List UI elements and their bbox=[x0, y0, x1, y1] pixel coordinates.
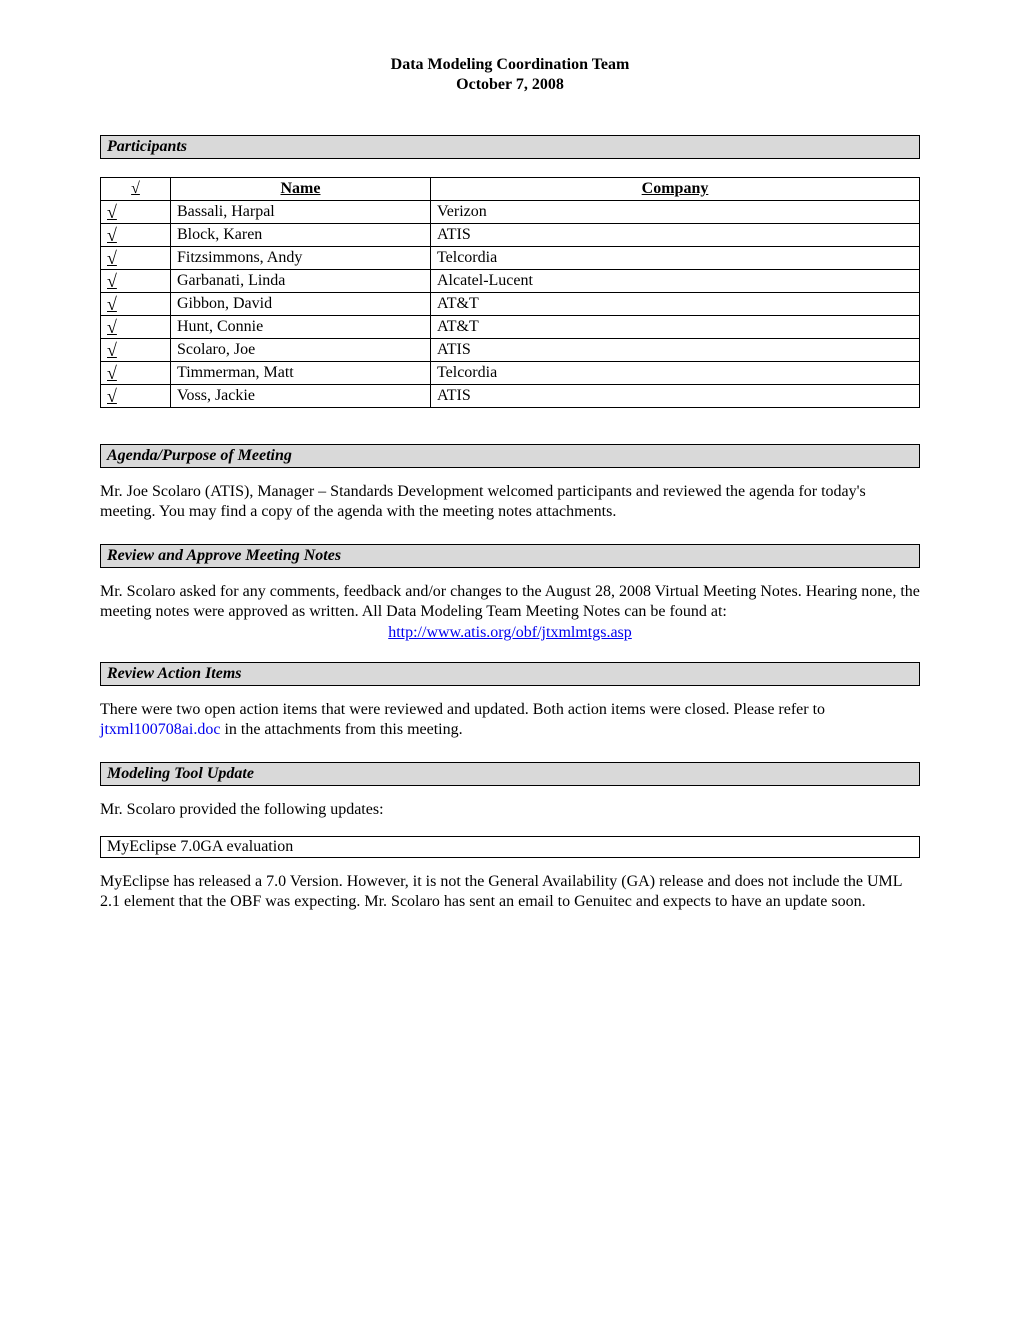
check-cell: √ bbox=[101, 224, 171, 247]
table-row: √Bassali, HarpalVerizon bbox=[101, 201, 920, 224]
col-name-header: Name bbox=[171, 178, 431, 201]
company-cell: ATIS bbox=[431, 339, 920, 362]
name-cell: Block, Karen bbox=[171, 224, 431, 247]
myeclipse-subsection-title: MyEclipse 7.0GA evaluation bbox=[100, 836, 920, 858]
participants-section-title: Participants bbox=[100, 135, 920, 159]
name-cell: Fitzsimmons, Andy bbox=[171, 247, 431, 270]
name-cell: Timmerman, Matt bbox=[171, 362, 431, 385]
name-cell: Gibbon, David bbox=[171, 293, 431, 316]
name-cell: Garbanati, Linda bbox=[171, 270, 431, 293]
table-row: √Block, KarenATIS bbox=[101, 224, 920, 247]
modeling-tool-section-title: Modeling Tool Update bbox=[100, 762, 920, 786]
meeting-notes-link[interactable]: http://www.atis.org/obf/jtxmlmtgs.asp bbox=[388, 624, 632, 641]
review-actions-text-2: in the attachments from this meeting. bbox=[220, 721, 462, 738]
table-row: √Gibbon, DavidAT&T bbox=[101, 293, 920, 316]
modeling-tool-intro: Mr. Scolaro provided the following updat… bbox=[100, 800, 920, 820]
company-cell: ATIS bbox=[431, 224, 920, 247]
check-cell: √ bbox=[101, 339, 171, 362]
check-cell: √ bbox=[101, 385, 171, 408]
company-cell: Verizon bbox=[431, 201, 920, 224]
table-row: √Fitzsimmons, AndyTelcordia bbox=[101, 247, 920, 270]
name-cell: Voss, Jackie bbox=[171, 385, 431, 408]
company-cell: Telcordia bbox=[431, 247, 920, 270]
document-header: Data Modeling Coordination Team October … bbox=[100, 55, 920, 95]
header-date: October 7, 2008 bbox=[100, 75, 920, 95]
table-row: √Scolaro, JoeATIS bbox=[101, 339, 920, 362]
review-actions-section-title: Review Action Items bbox=[100, 662, 920, 686]
participants-table: √ Name Company √Bassali, HarpalVerizon√B… bbox=[100, 177, 920, 408]
header-title: Data Modeling Coordination Team bbox=[100, 55, 920, 75]
name-cell: Hunt, Connie bbox=[171, 316, 431, 339]
company-cell: AT&T bbox=[431, 293, 920, 316]
review-notes-paragraph: Mr. Scolaro asked for any comments, feed… bbox=[100, 582, 920, 622]
agenda-paragraph: Mr. Joe Scolaro (ATIS), Manager – Standa… bbox=[100, 482, 920, 522]
check-cell: √ bbox=[101, 293, 171, 316]
company-cell: AT&T bbox=[431, 316, 920, 339]
col-check-header: √ bbox=[101, 178, 171, 201]
table-row: √Garbanati, LindaAlcatel-Lucent bbox=[101, 270, 920, 293]
name-cell: Bassali, Harpal bbox=[171, 201, 431, 224]
name-cell: Scolaro, Joe bbox=[171, 339, 431, 362]
table-row: √Hunt, ConnieAT&T bbox=[101, 316, 920, 339]
table-row: √Timmerman, MattTelcordia bbox=[101, 362, 920, 385]
check-cell: √ bbox=[101, 362, 171, 385]
review-actions-text-1: There were two open action items that we… bbox=[100, 701, 825, 718]
col-company-header: Company bbox=[431, 178, 920, 201]
agenda-section-title: Agenda/Purpose of Meeting bbox=[100, 444, 920, 468]
review-notes-link-row: http://www.atis.org/obf/jtxmlmtgs.asp bbox=[100, 624, 920, 642]
company-cell: Alcatel-Lucent bbox=[431, 270, 920, 293]
action-items-file-link[interactable]: jtxml100708ai.doc bbox=[100, 721, 220, 738]
check-cell: √ bbox=[101, 247, 171, 270]
myeclipse-paragraph: MyEclipse has released a 7.0 Version. Ho… bbox=[100, 872, 920, 912]
table-row: √Voss, JackieATIS bbox=[101, 385, 920, 408]
participants-header-row: √ Name Company bbox=[101, 178, 920, 201]
review-notes-section-title: Review and Approve Meeting Notes bbox=[100, 544, 920, 568]
company-cell: Telcordia bbox=[431, 362, 920, 385]
document-page: Data Modeling Coordination Team October … bbox=[0, 0, 1020, 988]
company-cell: ATIS bbox=[431, 385, 920, 408]
check-cell: √ bbox=[101, 201, 171, 224]
check-cell: √ bbox=[101, 316, 171, 339]
check-cell: √ bbox=[101, 270, 171, 293]
review-actions-paragraph: There were two open action items that we… bbox=[100, 700, 920, 740]
